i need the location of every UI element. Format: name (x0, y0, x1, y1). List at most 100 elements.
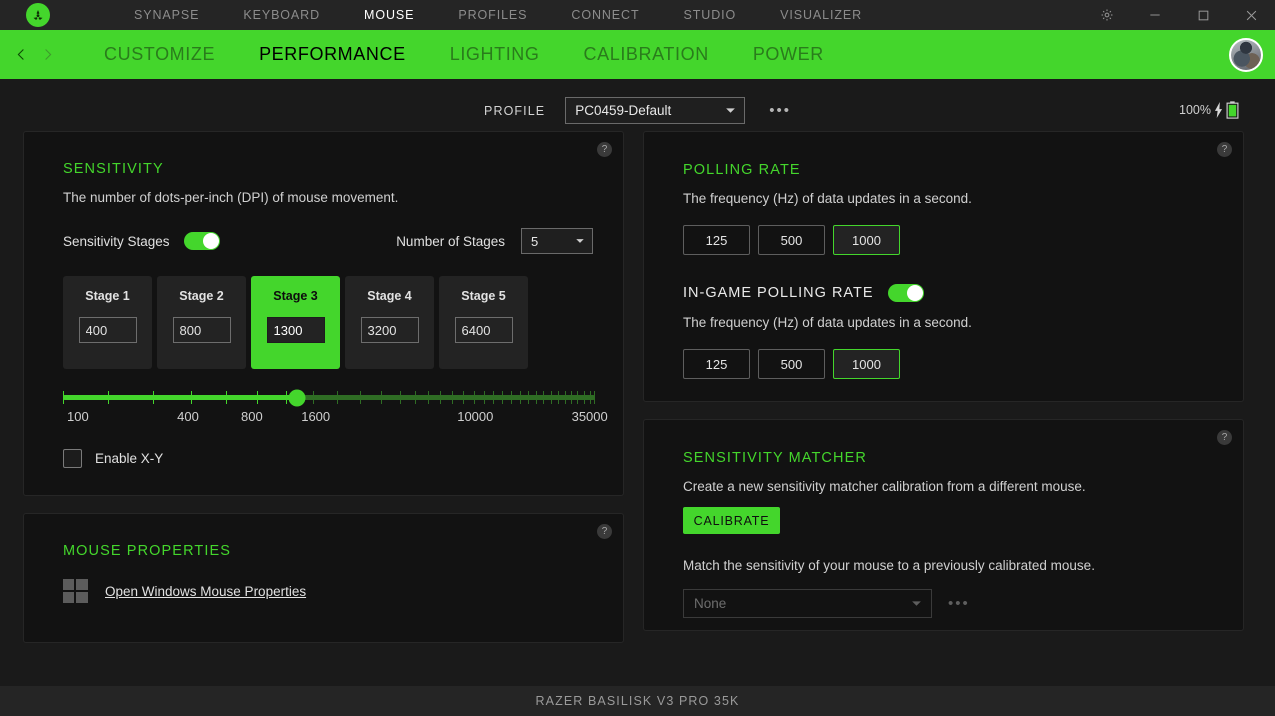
profile-more-button[interactable]: ••• (769, 103, 791, 118)
calibrate-button[interactable]: CALIBRATE (683, 507, 780, 534)
stage-3[interactable]: Stage 3 (251, 276, 340, 369)
nav-item-profiles[interactable]: PROFILES (436, 0, 549, 30)
slider-ticks (63, 391, 595, 404)
slider-tick (577, 391, 579, 404)
stage-label: Stage 4 (367, 289, 412, 303)
polling-rate-1000[interactable]: 1000 (833, 225, 900, 255)
slider-tick-label: 100 (67, 409, 89, 424)
in-game-polling-rate-125[interactable]: 125 (683, 349, 750, 379)
maximize-button[interactable] (1179, 0, 1227, 30)
battery-status: 100% (1179, 101, 1239, 119)
enable-xy-checkbox[interactable] (63, 449, 82, 468)
slider-tick (589, 391, 591, 404)
close-button[interactable] (1227, 0, 1275, 30)
chevron-down-icon (912, 601, 921, 606)
nav-item-keyboard[interactable]: KEYBOARD (221, 0, 342, 30)
help-icon[interactable]: ? (1217, 430, 1232, 445)
polling-rate-125[interactable]: 125 (683, 225, 750, 255)
profile-dropdown[interactable]: PC0459-Default (565, 96, 746, 124)
tab-lighting[interactable]: LIGHTING (428, 30, 562, 79)
stage-label: Stage 5 (461, 289, 506, 303)
slider-tick (286, 391, 288, 404)
stage-5[interactable]: Stage 5 (439, 276, 528, 369)
stage-1[interactable]: Stage 1 (63, 276, 152, 369)
mouse-properties-title: MOUSE PROPERTIES (63, 543, 232, 559)
title-bar: SYNAPSE KEYBOARD MOUSE PROFILES CONNECT … (0, 0, 1275, 30)
match-description: Match the sensitivity of your mouse to a… (683, 558, 1095, 573)
nav-item-synapse[interactable]: SYNAPSE (112, 0, 221, 30)
nav-item-connect[interactable]: CONNECT (549, 0, 661, 30)
settings-gear-icon[interactable] (1083, 0, 1131, 30)
slider-tick (399, 391, 401, 404)
nav-item-mouse[interactable]: MOUSE (342, 0, 436, 30)
main-navigation: SYNAPSE KEYBOARD MOUSE PROFILES CONNECT … (112, 0, 884, 30)
slider-tick (557, 391, 559, 404)
in-game-polling-rate-description: The frequency (Hz) of data updates in a … (683, 315, 972, 330)
polling-rate-500[interactable]: 500 (758, 225, 825, 255)
slider-tick (550, 391, 552, 404)
open-windows-mouse-properties-link[interactable]: Open Windows Mouse Properties (63, 579, 363, 604)
mouse-properties-card: ? MOUSE PROPERTIES Open Windows Mouse Pr… (23, 513, 624, 643)
dpi-slider[interactable]: 100 400 800 1600 10000 35000 (63, 389, 608, 427)
matcher-more-button[interactable]: ••• (948, 596, 970, 611)
in-game-polling-rate-title: IN-GAME POLLING RATE (683, 285, 874, 301)
in-game-polling-rate-toggle[interactable] (887, 284, 924, 302)
tab-performance[interactable]: PERFORMANCE (237, 30, 428, 79)
help-icon[interactable]: ? (597, 142, 612, 157)
slider-tick (225, 391, 227, 404)
in-game-polling-rate-1000[interactable]: 1000 (833, 349, 900, 379)
window-controls (1083, 0, 1275, 30)
slider-tick (535, 391, 537, 404)
slider-tick-label: 800 (241, 409, 263, 424)
slider-tick (313, 391, 315, 404)
slider-tick (473, 391, 475, 404)
slider-tick (190, 391, 192, 404)
nav-item-visualizer[interactable]: VISUALIZER (758, 0, 884, 30)
sensitivity-stages-toggle[interactable] (183, 232, 220, 250)
tab-power[interactable]: POWER (731, 30, 846, 79)
cards-grid: ? SENSITIVITY The number of dots-per-inc… (0, 131, 1275, 643)
stage-dpi-input[interactable] (172, 317, 231, 343)
windows-logo-icon (63, 579, 89, 604)
slider-tick (527, 391, 529, 404)
slider-handle[interactable] (288, 389, 306, 406)
in-game-polling-rate-500[interactable]: 500 (758, 349, 825, 379)
slider-tick (483, 391, 485, 404)
minimize-button[interactable] (1131, 0, 1179, 30)
calibrated-mouse-dropdown[interactable]: None (683, 589, 932, 618)
tab-customize[interactable]: CUSTOMIZE (82, 30, 237, 79)
number-of-stages-dropdown[interactable]: 5 (521, 228, 593, 254)
slider-tick (440, 391, 442, 404)
stage-label: Stage 3 (273, 289, 318, 303)
sensitivity-matcher-card: ? SENSITIVITY MATCHER Create a new sensi… (643, 419, 1244, 631)
user-avatar[interactable] (1229, 37, 1263, 72)
chevron-right-icon[interactable] (34, 30, 60, 79)
polling-rate-card: ? POLLING RATE The frequency (Hz) of dat… (643, 131, 1244, 402)
nav-item-studio[interactable]: STUDIO (662, 0, 759, 30)
stage-dpi-input[interactable] (266, 317, 325, 343)
slider-tick (571, 391, 573, 404)
polling-rate-description: The frequency (Hz) of data updates in a … (683, 191, 972, 206)
chevron-left-icon[interactable] (8, 30, 34, 79)
stage-2[interactable]: Stage 2 (157, 276, 246, 369)
tab-calibration[interactable]: CALIBRATION (562, 30, 731, 79)
slider-tick (415, 391, 417, 404)
help-icon[interactable]: ? (1217, 142, 1232, 157)
help-icon[interactable]: ? (597, 524, 612, 539)
main-content: PROFILE PC0459-Default ••• 100% ? SENSIT… (0, 79, 1275, 716)
slider-tick (359, 391, 361, 404)
slider-tick (427, 391, 429, 404)
slider-tick (493, 391, 495, 404)
lightning-bolt-icon (1214, 102, 1223, 118)
stage-dpi-input[interactable] (78, 317, 137, 343)
enable-xy-row[interactable]: Enable X-Y (63, 449, 193, 468)
stage-dpi-input[interactable] (454, 317, 513, 343)
slider-tick (502, 391, 504, 404)
slider-tick (583, 391, 585, 404)
profile-selected-value: PC0459-Default (575, 102, 672, 118)
stage-4[interactable]: Stage 4 (345, 276, 434, 369)
sensitivity-matcher-description: Create a new sensitivity matcher calibra… (683, 479, 1086, 494)
profile-label: PROFILE (484, 104, 546, 118)
stage-label: Stage 1 (85, 289, 130, 303)
stage-dpi-input[interactable] (360, 317, 419, 343)
